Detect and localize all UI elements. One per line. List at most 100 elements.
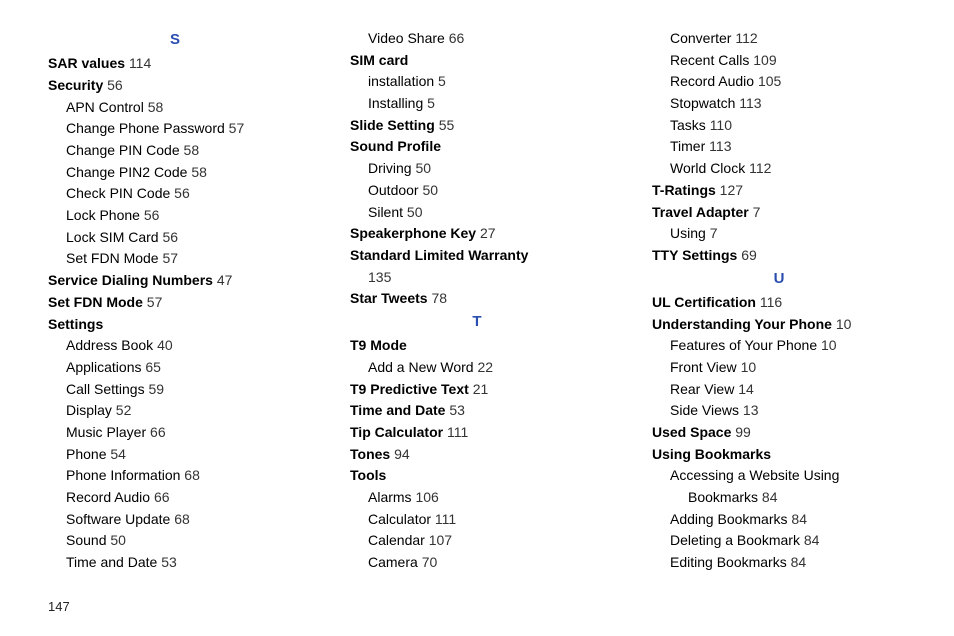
index-entry-page: 84 <box>791 554 807 570</box>
index-entry-label: Phone Information <box>66 467 180 483</box>
index-entry-page: 112 <box>749 160 771 176</box>
index-entry-label: Side Views <box>670 402 739 418</box>
index-entry: Outdoor 50 <box>350 180 604 202</box>
index-entry: T-Ratings 127 <box>652 180 906 202</box>
index-entry-label: Tools <box>350 467 386 483</box>
index-entry: Display 52 <box>48 400 302 422</box>
index-entry-label: Using <box>670 225 706 241</box>
index-entry-page: 22 <box>477 359 493 375</box>
index-entry-label: Deleting a Bookmark <box>670 532 800 548</box>
index-entry-label: World Clock <box>670 160 745 176</box>
index-entry: Understanding Your Phone 10 <box>652 314 906 336</box>
index-column-1: SSAR values 114Security 56APN Control 58… <box>48 28 302 574</box>
index-entry-page: 50 <box>110 532 126 548</box>
index-entry-label: Time and Date <box>66 554 157 570</box>
index-entry-label: Record Audio <box>670 73 754 89</box>
index-entry: Accessing a Website Using <box>652 465 906 487</box>
index-entry: Converter 112 <box>652 28 906 50</box>
index-entry-label: Change PIN2 Code <box>66 164 187 180</box>
index-entry-page: 5 <box>438 73 446 89</box>
index-entry: Calculator 111 <box>350 509 604 531</box>
index-entry: Sound 50 <box>48 530 302 552</box>
index-entry-label: SIM card <box>350 52 408 68</box>
index-entry-label: Music Player <box>66 424 146 440</box>
index-entry: Lock SIM Card 56 <box>48 227 302 249</box>
index-entry: Call Settings 59 <box>48 379 302 401</box>
index-entry-page: 21 <box>473 381 489 397</box>
index-entry-label: Standard Limited Warranty <box>350 247 528 263</box>
index-entry-label: Outdoor <box>368 182 419 198</box>
page-number: 147 <box>48 599 70 614</box>
index-entry-page: 50 <box>407 204 423 220</box>
index-entry-page: 40 <box>157 337 173 353</box>
index-entry-label: Time and Date <box>350 402 445 418</box>
index-entry: Record Audio 66 <box>48 487 302 509</box>
index-entry: Set FDN Mode 57 <box>48 248 302 270</box>
index-entry: Speakerphone Key 27 <box>350 223 604 245</box>
index-column-3: Converter 112Recent Calls 109Record Audi… <box>652 28 906 574</box>
index-entry-label: Stopwatch <box>670 95 735 111</box>
index-entry-page: 84 <box>804 532 820 548</box>
index-entry-label: UL Certification <box>652 294 756 310</box>
index-entry-page: 109 <box>753 52 776 68</box>
index-entry-label: Camera <box>368 554 418 570</box>
index-entry-page: 56 <box>162 229 178 245</box>
index-entry-label: T9 Mode <box>350 337 407 353</box>
index-entry-page: 56 <box>174 185 190 201</box>
index-entry-page: 58 <box>184 142 200 158</box>
index-entry-page: 5 <box>427 95 435 111</box>
index-entry: Timer 113 <box>652 136 906 158</box>
index-entry-page: 69 <box>741 247 757 263</box>
index-entry: Phone 54 <box>48 444 302 466</box>
index-entry-label: Service Dialing Numbers <box>48 272 213 288</box>
index-entry-page: 50 <box>415 160 431 176</box>
index-entry-page: 53 <box>161 554 177 570</box>
index-entry: Video Share 66 <box>350 28 604 50</box>
index-entry-label: Used Space <box>652 424 731 440</box>
index-section-heading: S <box>48 28 302 51</box>
index-entry-label: Speakerphone Key <box>350 225 476 241</box>
index-entry: Change PIN Code 58 <box>48 140 302 162</box>
index-entry-page: 57 <box>147 294 163 310</box>
index-entry-label: T-Ratings <box>652 182 716 198</box>
index-entry-page: 116 <box>760 294 782 310</box>
index-entry-page: 68 <box>174 511 190 527</box>
index-entry-page: 84 <box>762 489 778 505</box>
index-entry-page: 53 <box>449 402 465 418</box>
index-entry-label: Silent <box>368 204 403 220</box>
index-entry-label: Front View <box>670 359 737 375</box>
index-entry: Travel Adapter 7 <box>652 202 906 224</box>
index-entry: Adding Bookmarks 84 <box>652 509 906 531</box>
index-entry-page: 47 <box>217 272 233 288</box>
index-entry-page: 57 <box>162 250 178 266</box>
index-entry: Security 56 <box>48 75 302 97</box>
index-entry: Calendar 107 <box>350 530 604 552</box>
index-entry-page: 107 <box>429 532 452 548</box>
index-entry-label: Slide Setting <box>350 117 435 133</box>
index-entry-page: 111 <box>447 424 468 440</box>
index-entry: APN Control 58 <box>48 97 302 119</box>
index-entry-page: 58 <box>191 164 207 180</box>
index-entry: Silent 50 <box>350 202 604 224</box>
index-entry: T9 Predictive Text 21 <box>350 379 604 401</box>
index-entry-page: 10 <box>821 337 837 353</box>
index-entry-label: T9 Predictive Text <box>350 381 469 397</box>
index-entry-label: Understanding Your Phone <box>652 316 832 332</box>
index-entry-page: 66 <box>154 489 170 505</box>
index-entry-page: 10 <box>741 359 757 375</box>
index-entry-page: 94 <box>394 446 410 462</box>
index-entry-label: Driving <box>368 160 412 176</box>
index-entry: Side Views 13 <box>652 400 906 422</box>
index-entry-page: 111 <box>435 511 456 527</box>
index-entry: Music Player 66 <box>48 422 302 444</box>
index-entry-label: TTY Settings <box>652 247 737 263</box>
index-entry-page: 58 <box>148 99 164 115</box>
index-entry-label: Settings <box>48 316 103 332</box>
index-entry: 135 <box>350 267 604 289</box>
index-entry-label: Star Tweets <box>350 290 428 306</box>
index-entry-page: 78 <box>431 290 447 306</box>
index-entry-label: Set FDN Mode <box>48 294 143 310</box>
index-entry-label: Video Share <box>368 30 445 46</box>
index-entry: Applications 65 <box>48 357 302 379</box>
index-entry: Change PIN2 Code 58 <box>48 162 302 184</box>
